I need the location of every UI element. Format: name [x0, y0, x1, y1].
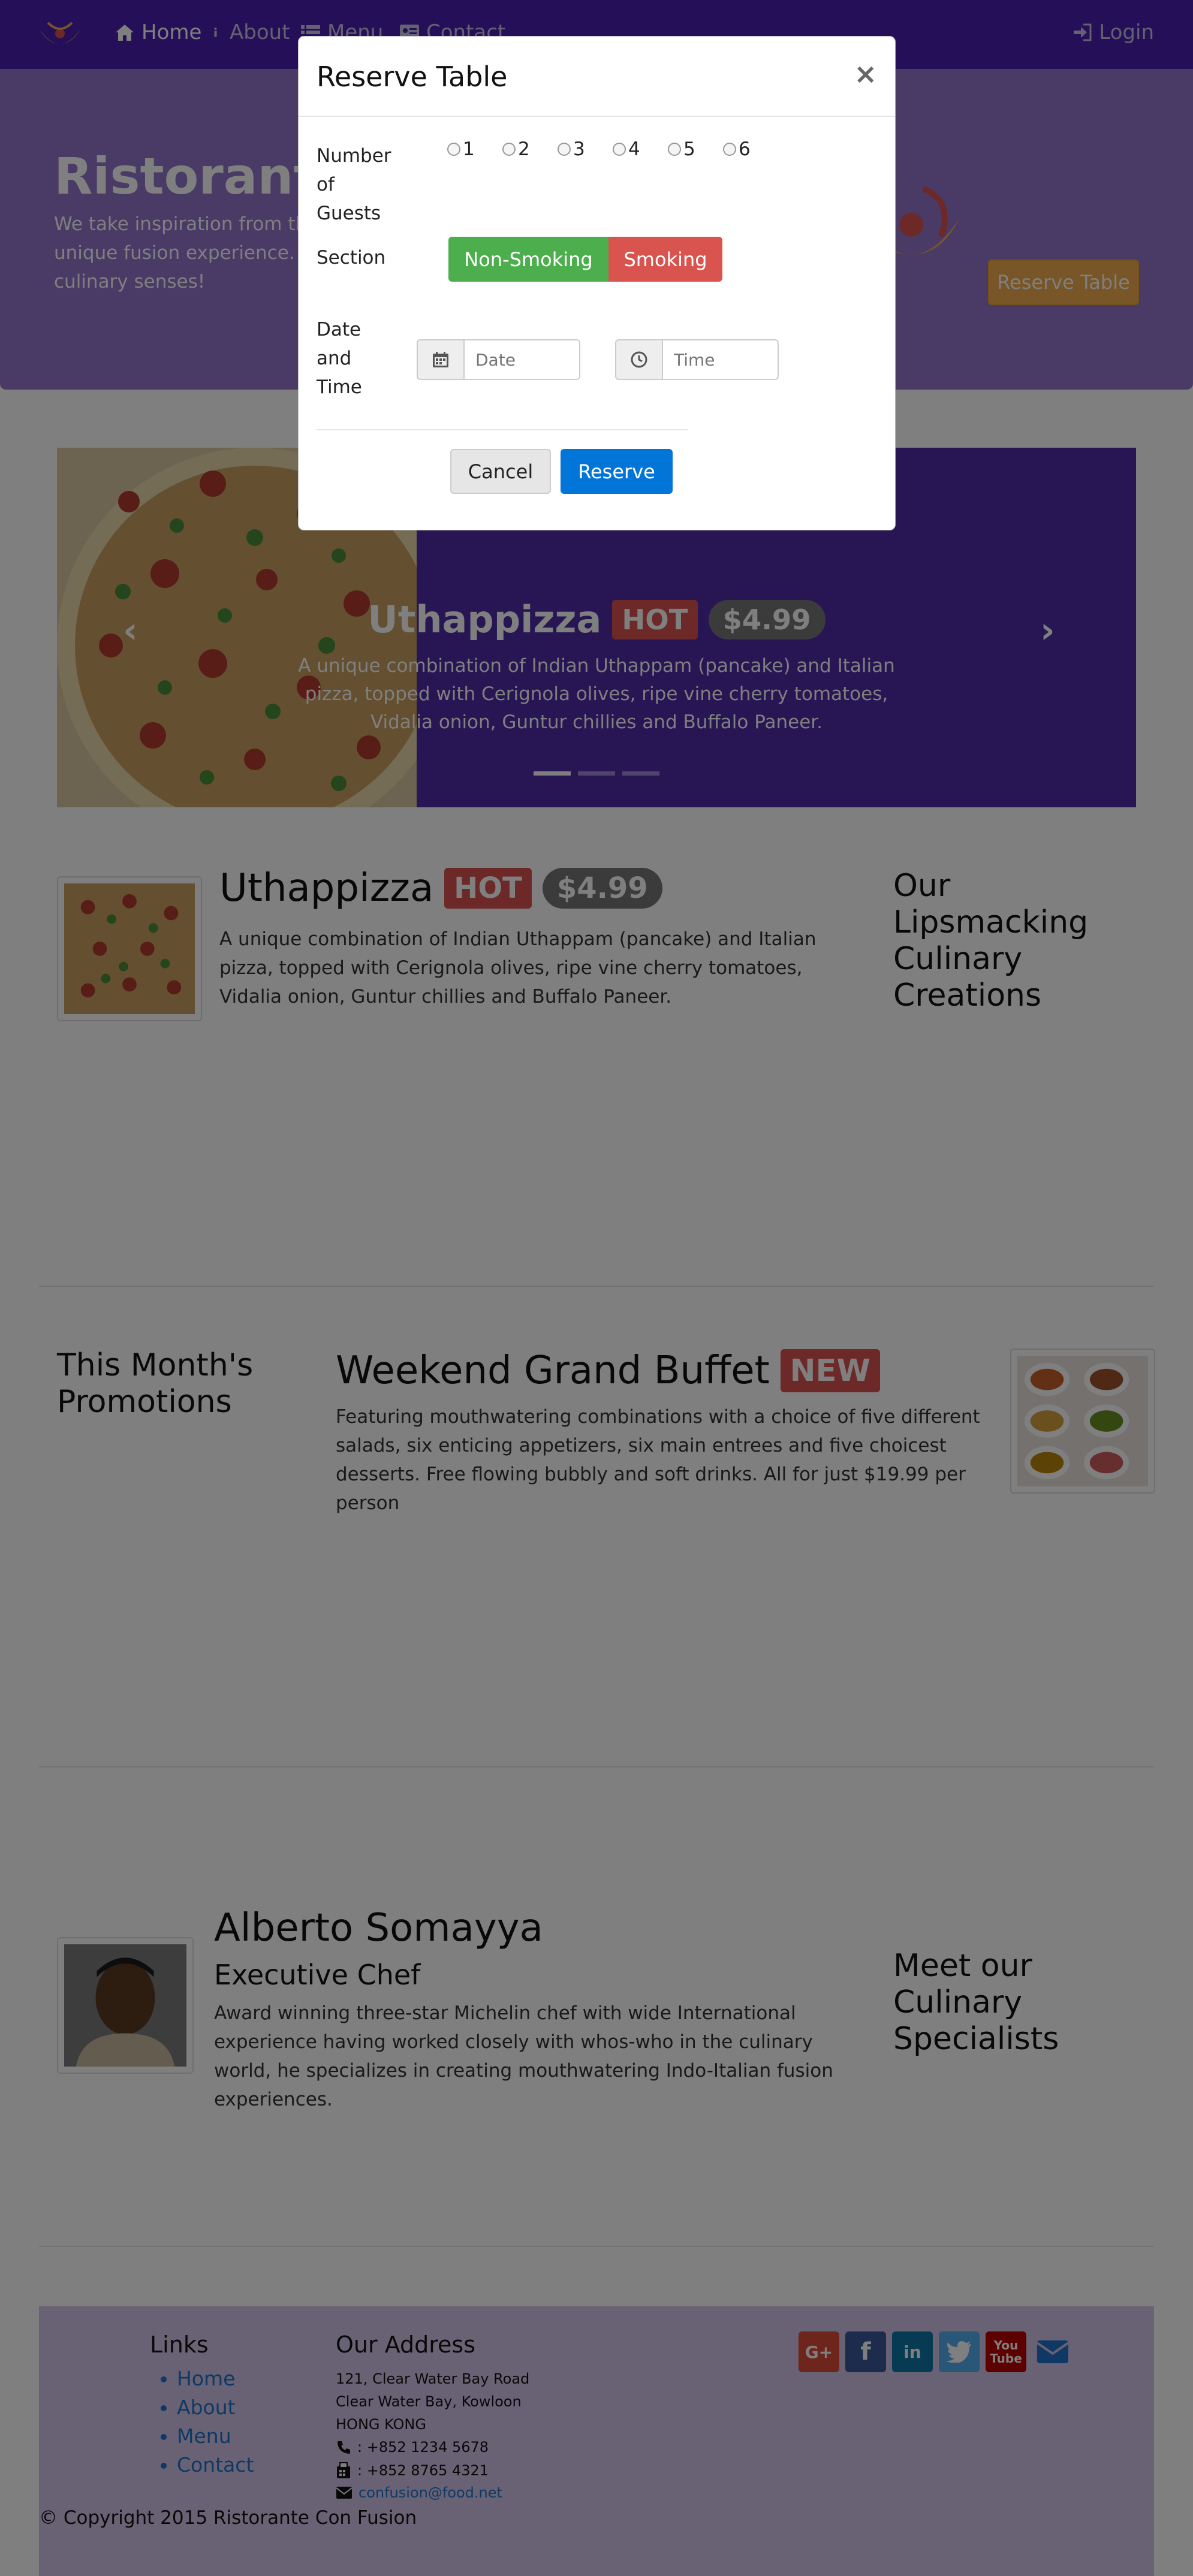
- guest-option-label: 2: [518, 138, 530, 160]
- clock-icon: [615, 339, 662, 380]
- guest-option-5[interactable]: 5: [668, 138, 695, 160]
- time-input-group: [615, 339, 779, 380]
- guest-option-label: 6: [739, 138, 751, 160]
- calendar-icon: [417, 339, 463, 380]
- reserve-table-modal: Reserve Table × Number of Guests 1 2 3 4…: [298, 36, 896, 530]
- smoking-button[interactable]: Smoking: [608, 237, 722, 282]
- modal-title: Reserve Table: [317, 61, 508, 93]
- radio-circle[interactable]: [447, 143, 460, 156]
- radio-circle[interactable]: [558, 143, 571, 156]
- radio-circle[interactable]: [668, 143, 681, 156]
- guest-option-label: 5: [683, 138, 695, 160]
- cancel-button[interactable]: Cancel: [450, 449, 551, 494]
- radio-circle[interactable]: [502, 143, 516, 156]
- radio-circle[interactable]: [723, 143, 736, 156]
- section-label: Section: [317, 247, 386, 269]
- time-input[interactable]: [662, 339, 779, 380]
- reserve-button[interactable]: Reserve: [561, 449, 673, 494]
- modal-header: Reserve Table ×: [299, 37, 895, 117]
- non-smoking-button[interactable]: Non-Smoking: [448, 237, 608, 282]
- date-input[interactable]: [463, 339, 580, 380]
- date-input-group: [417, 339, 580, 380]
- guest-option-6[interactable]: 6: [723, 138, 751, 160]
- guest-option-label: 1: [463, 138, 475, 160]
- guest-option-label: 3: [573, 138, 585, 160]
- guest-option-1[interactable]: 1: [447, 138, 475, 160]
- guests-label: Number of Guests: [317, 145, 391, 224]
- guest-option-2[interactable]: 2: [502, 138, 530, 160]
- modal-separator: [317, 429, 688, 430]
- datetime-label: Date and Time: [317, 319, 362, 398]
- close-icon[interactable]: ×: [854, 58, 877, 90]
- guest-option-4[interactable]: 4: [613, 138, 640, 160]
- guest-option-3[interactable]: 3: [558, 138, 585, 160]
- radio-circle[interactable]: [613, 143, 626, 156]
- guest-option-label: 4: [628, 138, 640, 160]
